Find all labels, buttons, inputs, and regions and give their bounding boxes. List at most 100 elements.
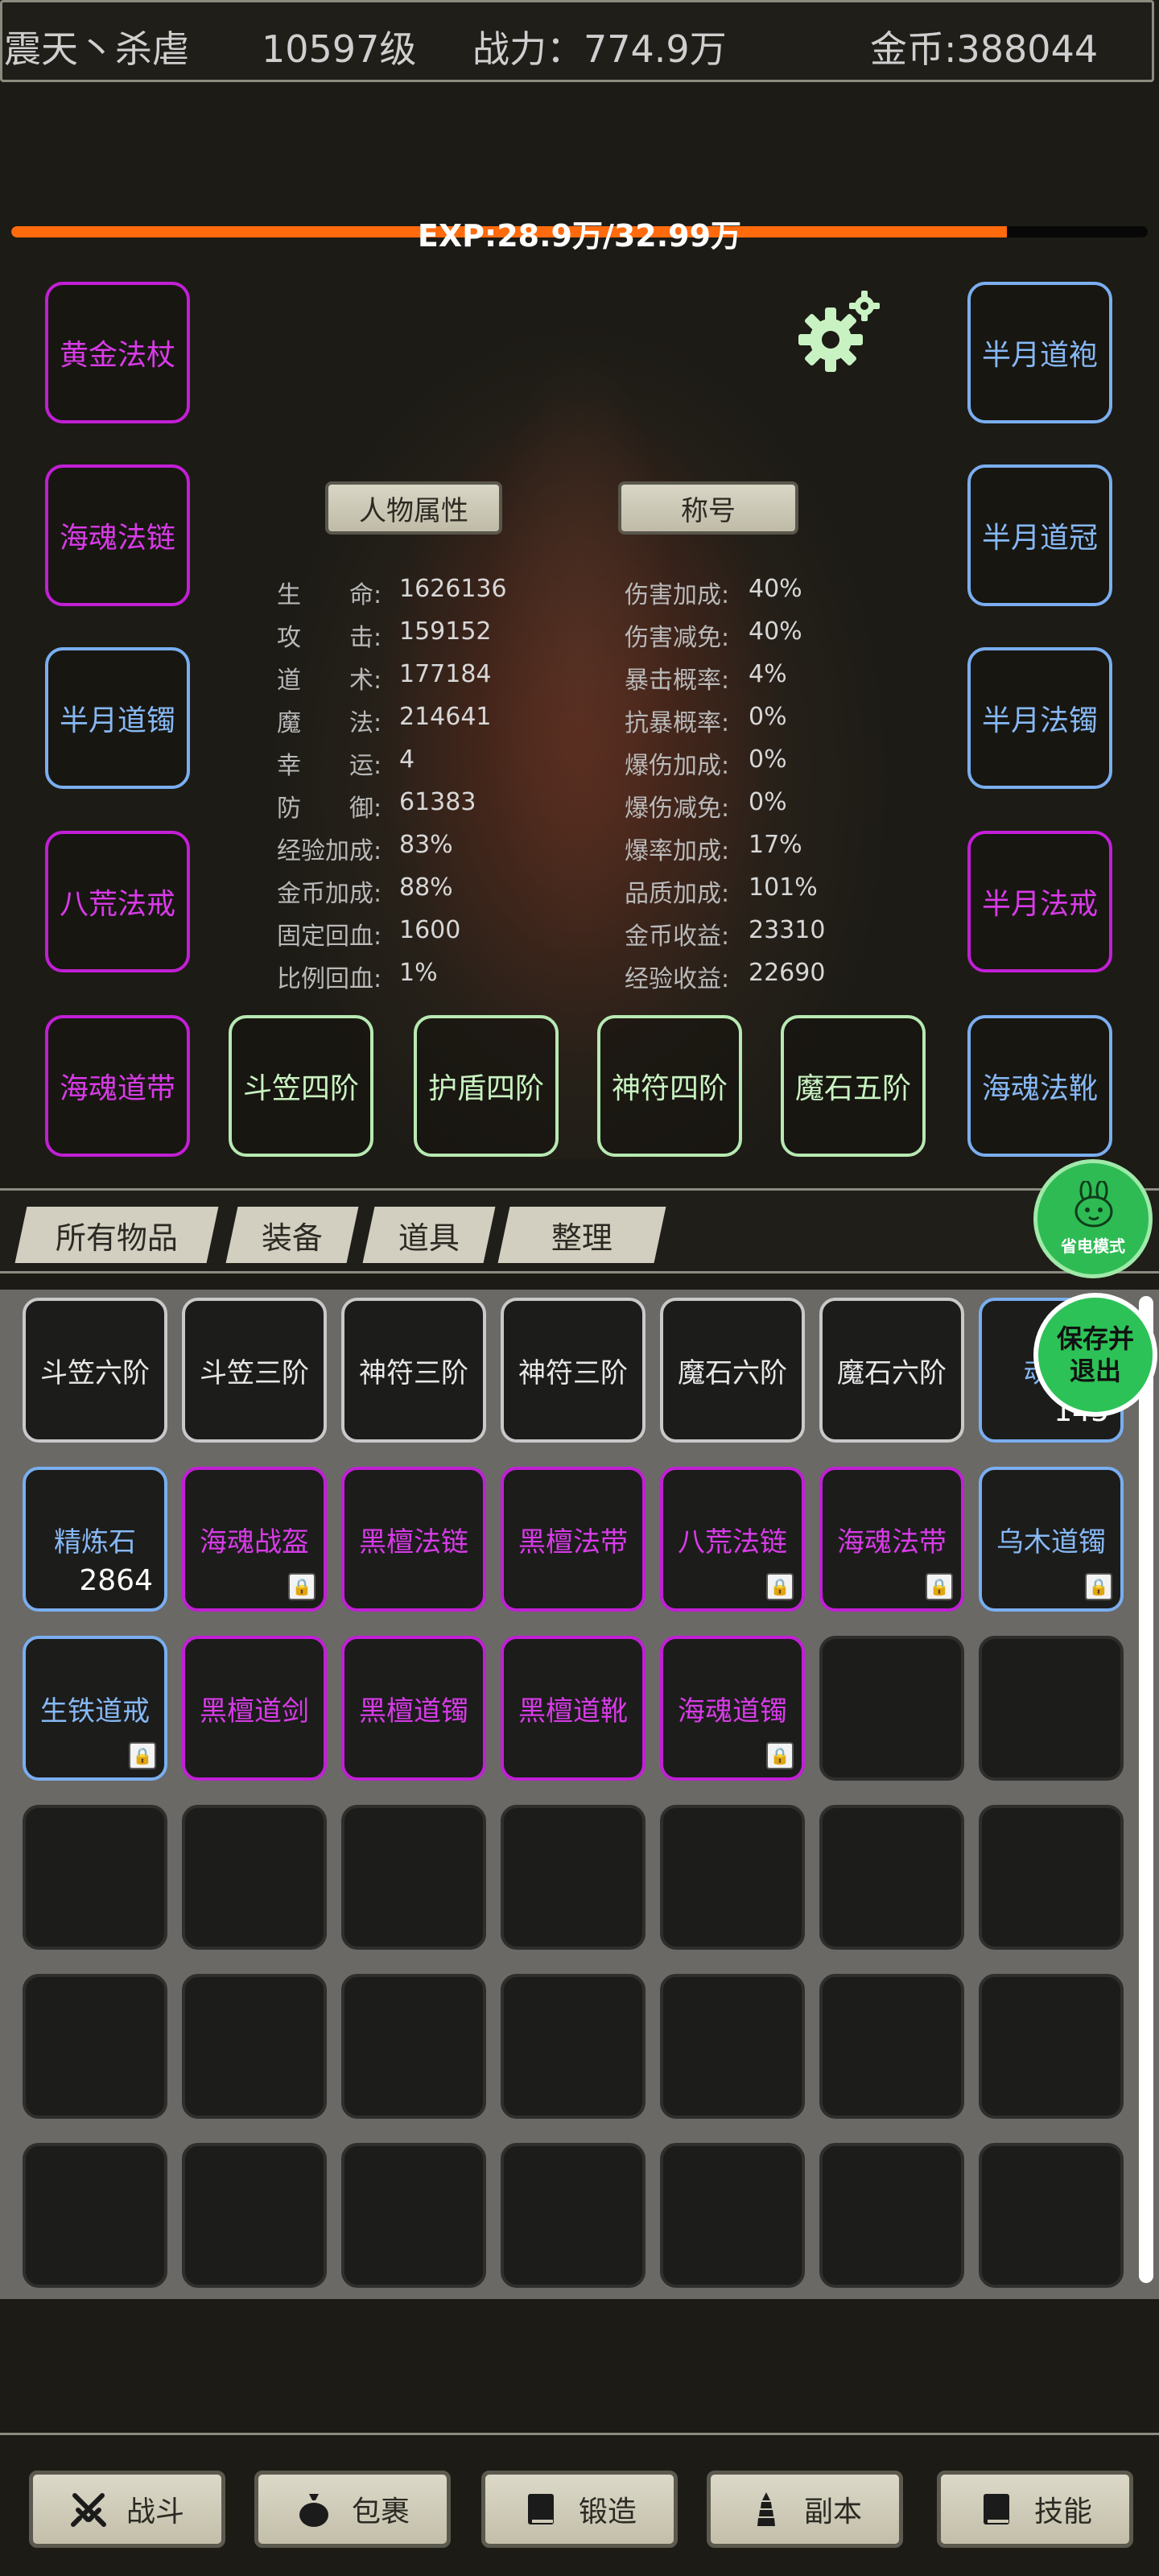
inventory-item[interactable]: 神符三阶 xyxy=(341,1298,486,1443)
empty-inventory-slot[interactable] xyxy=(979,1636,1124,1781)
nav-label: 副本 xyxy=(803,2496,862,2529)
nav-label: 技能 xyxy=(1033,2496,1092,2529)
inventory-item[interactable]: 海魂道镯 🔒 xyxy=(660,1636,805,1781)
lock-icon: 🔒 xyxy=(766,1573,794,1600)
empty-inventory-slot[interactable] xyxy=(23,2143,167,2288)
item-label: 黑檀法链 xyxy=(359,1525,468,1558)
tab-all-items[interactable]: 所有物品 xyxy=(14,1207,219,1263)
stat-label: 暴击概率: xyxy=(625,667,730,695)
inventory-item[interactable]: 生铁道戒 🔒 xyxy=(23,1636,167,1781)
equip-slot-belt[interactable]: 海魂道带 xyxy=(45,1015,190,1157)
lock-icon: 🔒 xyxy=(129,1742,156,1769)
tab-label: 整理 xyxy=(551,1220,612,1256)
inventory-item[interactable]: 海魂法带 🔒 xyxy=(819,1467,964,1612)
stat-label: 道 术: xyxy=(277,667,382,695)
equip-slot-shield[interactable]: 护盾四阶 xyxy=(414,1015,559,1157)
stat-value: 101% xyxy=(749,873,818,902)
inventory-item[interactable]: 乌木道镯 🔒 xyxy=(979,1467,1124,1612)
equip-slot-boots[interactable]: 海魂法靴 xyxy=(967,1015,1112,1157)
empty-inventory-slot[interactable] xyxy=(979,2143,1124,2288)
equip-slot-weapon[interactable]: 黄金法杖 xyxy=(45,282,190,423)
equip-slot-talisman[interactable]: 神符四阶 xyxy=(597,1015,742,1157)
inventory-item[interactable]: 黑檀法链 xyxy=(341,1467,486,1612)
empty-inventory-slot[interactable] xyxy=(819,1805,964,1950)
tower-icon xyxy=(757,2492,775,2526)
inventory-item[interactable]: 魔石六阶 xyxy=(819,1298,964,1443)
character-attributes-tab[interactable]: 人物属性 xyxy=(325,481,502,535)
empty-inventory-slot[interactable] xyxy=(341,1805,486,1950)
empty-inventory-slot[interactable] xyxy=(660,1805,805,1950)
empty-inventory-slot[interactable] xyxy=(501,1974,645,2119)
stat-label: 伤害减免: xyxy=(625,624,730,652)
equip-slot-armor[interactable]: 半月道袍 xyxy=(967,282,1112,423)
tab-label: 所有物品 xyxy=(55,1220,178,1256)
empty-inventory-slot[interactable] xyxy=(341,1974,486,2119)
player-level: 10597级 xyxy=(262,27,417,71)
stat-label: 经验收益: xyxy=(625,965,730,993)
item-count: 2864 xyxy=(79,1564,153,1597)
empty-inventory-slot[interactable] xyxy=(819,1974,964,2119)
inventory-item[interactable]: 黑檀道靴 xyxy=(501,1636,645,1781)
empty-inventory-slot[interactable] xyxy=(979,1974,1124,2119)
empty-inventory-slot[interactable] xyxy=(979,1805,1124,1950)
inventory-item[interactable]: 黑檀道剑 xyxy=(182,1636,327,1781)
empty-inventory-slot[interactable] xyxy=(660,2143,805,2288)
stat-value: 1% xyxy=(399,959,438,987)
settings-gear-icon[interactable] xyxy=(797,290,885,378)
equip-slot-ring-right[interactable]: 半月法戒 xyxy=(967,831,1112,972)
player-name: 震天丶杀虐 xyxy=(4,27,189,71)
nav-dungeon-button[interactable]: 副本 xyxy=(707,2471,903,2548)
empty-inventory-slot[interactable] xyxy=(819,1636,964,1781)
nav-battle-button[interactable]: 战斗 xyxy=(29,2471,225,2548)
item-label: 黑檀法带 xyxy=(518,1525,628,1558)
tab-sort[interactable]: 整理 xyxy=(497,1207,666,1263)
inventory-item[interactable]: 海魂战盔 🔒 xyxy=(182,1467,327,1612)
inventory-item[interactable]: 魔石六阶 xyxy=(660,1298,805,1443)
empty-inventory-slot[interactable] xyxy=(182,1805,327,1950)
tab-items[interactable]: 道具 xyxy=(362,1207,496,1263)
equip-slot-helmet[interactable]: 半月道冠 xyxy=(967,464,1112,606)
inventory-item[interactable]: 斗笠六阶 xyxy=(23,1298,167,1443)
empty-inventory-slot[interactable] xyxy=(660,1974,805,2119)
empty-inventory-slot[interactable] xyxy=(23,1974,167,2119)
book-icon xyxy=(983,2494,1009,2524)
empty-inventory-slot[interactable] xyxy=(501,1805,645,1950)
equip-slot-gem[interactable]: 魔石五阶 xyxy=(781,1015,926,1157)
nav-label: 包裹 xyxy=(351,2496,410,2529)
empty-inventory-slot[interactable] xyxy=(501,2143,645,2288)
nav-forge-button[interactable]: 锻造 xyxy=(481,2471,678,2548)
equip-slot-hat[interactable]: 斗笠四阶 xyxy=(229,1015,373,1157)
inventory-item[interactable]: 斗笠三阶 xyxy=(182,1298,327,1443)
power-saving-button[interactable]: 省电模式 xyxy=(1033,1159,1153,1278)
equip-slot-bracelet-left[interactable]: 半月道镯 xyxy=(45,647,190,789)
equip-slot-necklace[interactable]: 海魂法链 xyxy=(45,464,190,606)
empty-inventory-slot[interactable] xyxy=(341,2143,486,2288)
empty-inventory-slot[interactable] xyxy=(182,1974,327,2119)
item-label: 精炼石 xyxy=(54,1525,136,1558)
bottom-navigation: 战斗 包裹 锻造 副本 技能 xyxy=(0,2433,1159,2576)
inventory-item[interactable]: 神符三阶 xyxy=(501,1298,645,1443)
empty-inventory-slot[interactable] xyxy=(819,2143,964,2288)
title-tab[interactable]: 称号 xyxy=(618,481,798,535)
tab-equipment[interactable]: 装备 xyxy=(225,1207,359,1263)
stat-value: 61383 xyxy=(399,788,476,816)
empty-inventory-slot[interactable] xyxy=(23,1805,167,1950)
inventory-item[interactable]: 黑檀法带 xyxy=(501,1467,645,1612)
stat-value: 0% xyxy=(749,745,787,774)
save-and-exit-button[interactable]: 保存并退出 xyxy=(1033,1293,1157,1417)
equip-slot-ring-left[interactable]: 八荒法戒 xyxy=(45,831,190,972)
inventory-item[interactable]: 精炼石 2864 xyxy=(23,1467,167,1612)
nav-skills-button[interactable]: 技能 xyxy=(937,2471,1133,2548)
stat-value: 0% xyxy=(749,788,787,816)
stat-label: 幸 运: xyxy=(277,752,382,780)
inventory-item[interactable]: 黑檀道镯 xyxy=(341,1636,486,1781)
nav-bag-button[interactable]: 包裹 xyxy=(254,2471,451,2548)
inventory-scrollbar[interactable] xyxy=(1139,1296,1153,2283)
equip-slot-bracelet-right[interactable]: 半月法镯 xyxy=(967,647,1112,789)
stat-label: 品质加成: xyxy=(625,880,730,908)
item-label: 海魂道镯 xyxy=(678,1695,787,1728)
item-label: 生铁道戒 xyxy=(40,1695,150,1728)
combat-power: 战力：774.9万 xyxy=(472,27,727,71)
empty-inventory-slot[interactable] xyxy=(182,2143,327,2288)
inventory-item[interactable]: 八荒法链 🔒 xyxy=(660,1467,805,1612)
